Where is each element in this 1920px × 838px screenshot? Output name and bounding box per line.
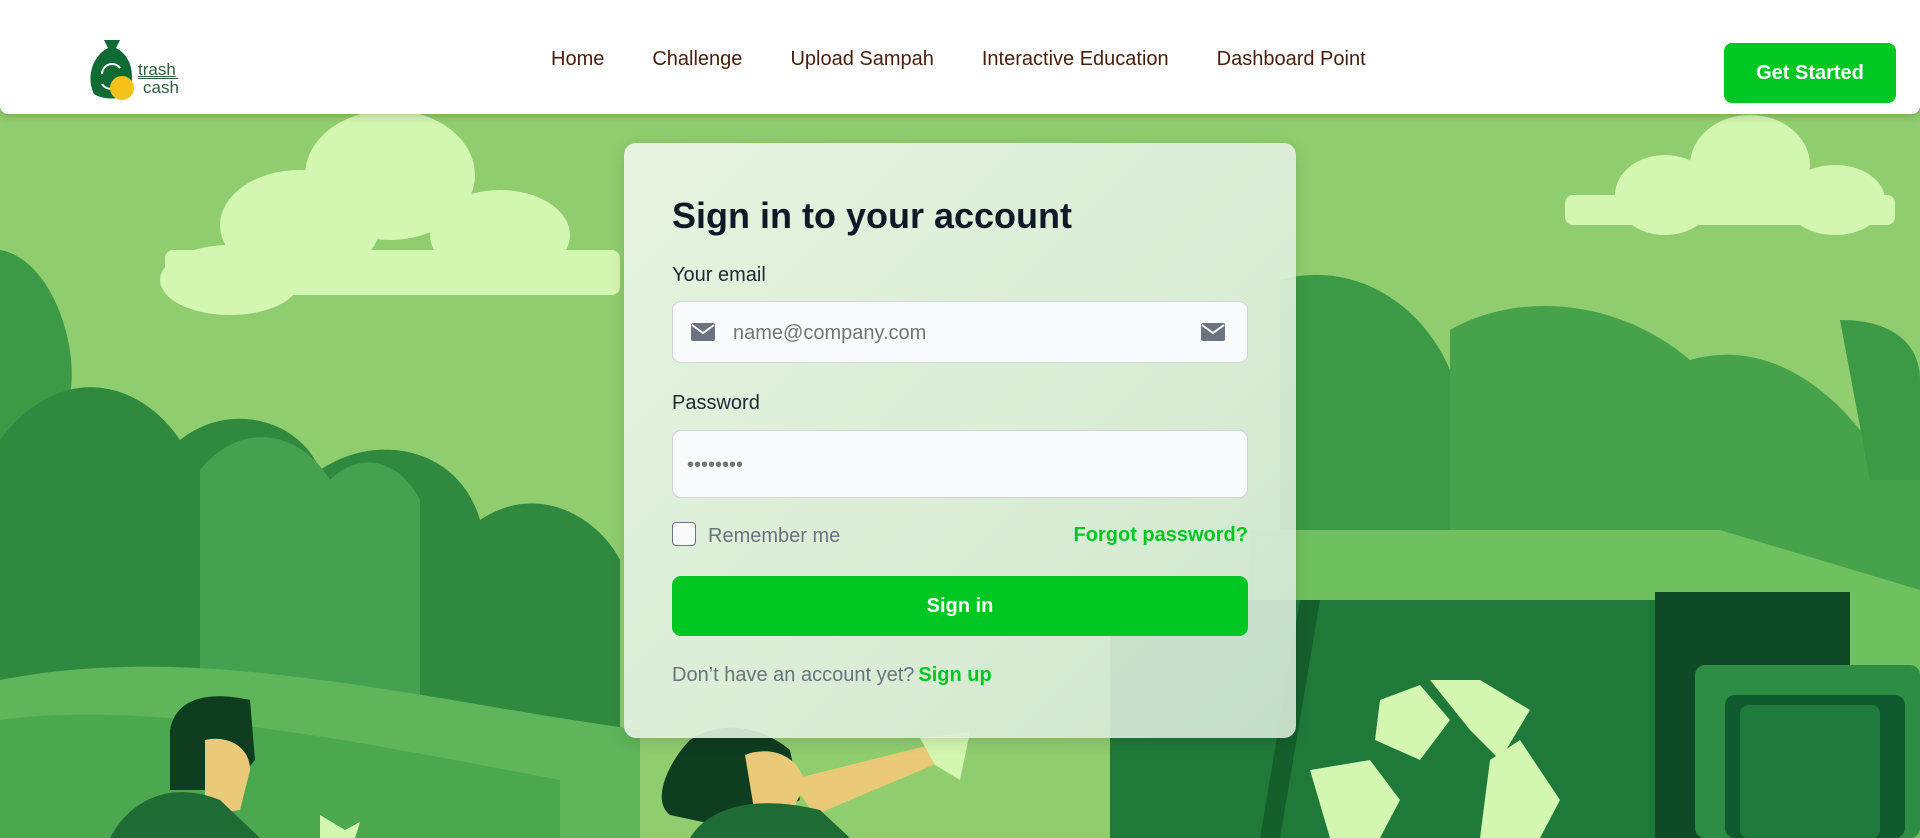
brand-line-2: cash bbox=[138, 78, 179, 96]
sign-in-button[interactable]: Sign in bbox=[672, 576, 1248, 636]
brand-line-1: trash bbox=[138, 60, 176, 79]
remember-me-checkbox[interactable] bbox=[672, 522, 696, 546]
main-nav: Home Challenge Upload Sampah Interactive… bbox=[551, 48, 1366, 71]
password-input[interactable] bbox=[687, 450, 1227, 480]
password-label: Password bbox=[672, 392, 760, 414]
nav-item-home[interactable]: Home bbox=[551, 48, 604, 71]
email-field-wrapper bbox=[672, 301, 1248, 363]
page-title: Sign in to your account bbox=[672, 195, 1073, 236]
nav-item-dashboard-point[interactable]: Dashboard Point bbox=[1217, 48, 1366, 71]
mail-icon bbox=[1201, 323, 1225, 341]
remember-me-label: Remember me bbox=[708, 525, 841, 547]
password-field-wrapper bbox=[672, 430, 1248, 498]
get-started-button[interactable]: Get Started bbox=[1724, 43, 1896, 103]
signup-prompt-text: Don’t have an account yet? bbox=[672, 664, 915, 686]
nav-item-challenge[interactable]: Challenge bbox=[652, 48, 742, 71]
sign-up-link[interactable]: Sign up bbox=[918, 664, 991, 686]
forgot-password-link[interactable]: Forgot password? bbox=[1074, 524, 1248, 547]
brand-name: trash cash bbox=[138, 60, 179, 96]
nav-item-interactive-education[interactable]: Interactive Education bbox=[982, 48, 1169, 71]
mail-icon bbox=[691, 323, 715, 341]
nav-item-upload-sampah[interactable]: Upload Sampah bbox=[790, 48, 933, 71]
signin-card: Sign in to your account Your email Passw… bbox=[624, 143, 1296, 738]
email-input[interactable] bbox=[733, 318, 1173, 348]
top-navbar: trash cash Home Challenge Upload Sampah … bbox=[0, 0, 1920, 114]
signup-prompt: Don’t have an account yet? Sign up bbox=[672, 664, 992, 687]
email-label: Your email bbox=[672, 264, 766, 286]
